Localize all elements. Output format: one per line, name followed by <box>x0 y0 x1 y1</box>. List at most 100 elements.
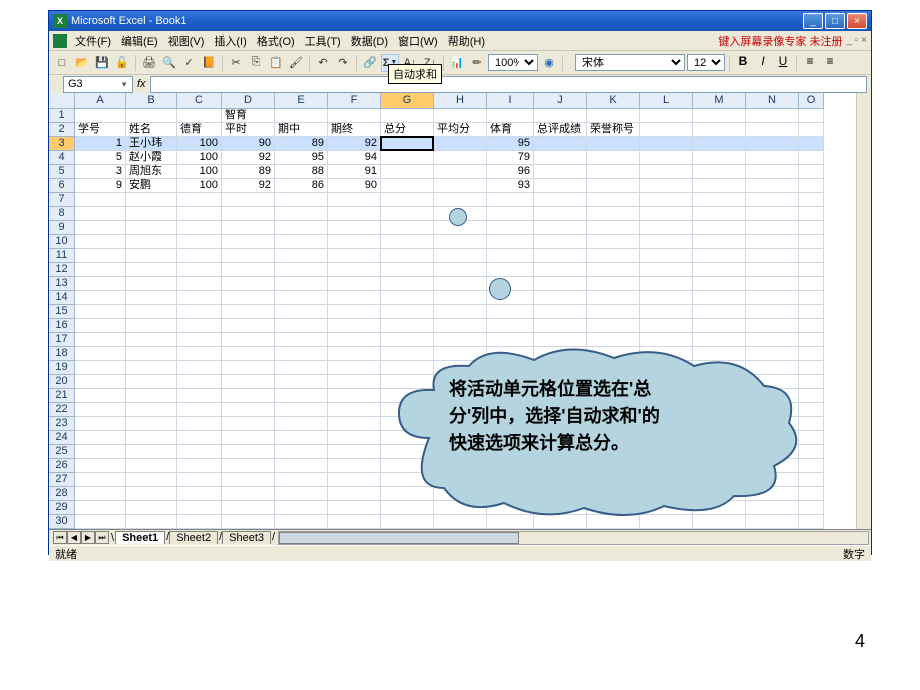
new-icon[interactable]: □ <box>53 54 71 72</box>
cell[interactable]: 荣誉称号 <box>587 123 640 137</box>
drawing-icon[interactable]: ✏ <box>468 54 486 72</box>
cell[interactable] <box>75 109 126 123</box>
cell[interactable] <box>640 151 693 165</box>
cell[interactable] <box>693 207 746 221</box>
cell[interactable] <box>434 165 487 179</box>
row-header[interactable]: 28 <box>49 487 75 501</box>
cell[interactable]: 安鹏 <box>126 179 177 193</box>
cell[interactable] <box>434 249 487 263</box>
cell[interactable] <box>381 151 434 165</box>
cell[interactable] <box>275 277 328 291</box>
cell[interactable] <box>640 193 693 207</box>
cell[interactable]: 总分 <box>381 123 434 137</box>
cell[interactable] <box>275 319 328 333</box>
cell[interactable] <box>434 305 487 319</box>
cell[interactable] <box>126 459 177 473</box>
column-header[interactable]: H <box>434 93 487 109</box>
cell[interactable] <box>75 207 126 221</box>
cell[interactable] <box>746 277 799 291</box>
cell[interactable] <box>177 501 222 515</box>
cell[interactable] <box>275 361 328 375</box>
cell[interactable] <box>381 235 434 249</box>
cell[interactable] <box>693 221 746 235</box>
column-header[interactable]: K <box>587 93 640 109</box>
cell[interactable] <box>222 193 275 207</box>
cell[interactable] <box>222 333 275 347</box>
cell[interactable] <box>487 235 534 249</box>
cell[interactable] <box>126 249 177 263</box>
cell[interactable] <box>487 319 534 333</box>
menu-edit[interactable]: 编辑(E) <box>116 31 163 51</box>
cell[interactable] <box>75 403 126 417</box>
cell[interactable] <box>381 249 434 263</box>
cell[interactable] <box>381 221 434 235</box>
cell[interactable] <box>799 235 824 249</box>
cell[interactable] <box>693 319 746 333</box>
cell[interactable] <box>434 319 487 333</box>
cell[interactable] <box>75 291 126 305</box>
cell[interactable] <box>587 165 640 179</box>
cell[interactable] <box>534 277 587 291</box>
cell[interactable] <box>328 207 381 221</box>
cell[interactable] <box>534 291 587 305</box>
cell[interactable] <box>126 333 177 347</box>
bold-button[interactable]: B <box>734 54 752 72</box>
cell[interactable] <box>328 263 381 277</box>
cell[interactable] <box>126 221 177 235</box>
cell[interactable] <box>381 263 434 277</box>
cell[interactable] <box>328 319 381 333</box>
cell[interactable] <box>222 389 275 403</box>
cell[interactable] <box>381 179 434 193</box>
spell-icon[interactable]: ✓ <box>180 54 198 72</box>
cell[interactable] <box>799 193 824 207</box>
cell[interactable] <box>75 361 126 375</box>
cell[interactable]: 95 <box>487 137 534 151</box>
cell[interactable] <box>126 263 177 277</box>
cell[interactable] <box>693 249 746 263</box>
cell[interactable] <box>587 137 640 151</box>
cell[interactable] <box>534 109 587 123</box>
cell[interactable] <box>799 333 824 347</box>
cell[interactable] <box>587 319 640 333</box>
cell[interactable] <box>534 207 587 221</box>
cell[interactable] <box>275 487 328 501</box>
cell[interactable] <box>126 473 177 487</box>
cell[interactable] <box>177 375 222 389</box>
cell[interactable] <box>126 431 177 445</box>
cell[interactable] <box>75 347 126 361</box>
row-header[interactable]: 26 <box>49 459 75 473</box>
cell[interactable] <box>434 277 487 291</box>
cell[interactable]: 94 <box>328 151 381 165</box>
row-header[interactable]: 19 <box>49 361 75 375</box>
cell[interactable] <box>275 431 328 445</box>
cell[interactable] <box>640 319 693 333</box>
paste-icon[interactable]: 📋 <box>267 54 285 72</box>
cell[interactable] <box>126 305 177 319</box>
cell[interactable] <box>381 277 434 291</box>
cell[interactable] <box>75 193 126 207</box>
cell[interactable] <box>126 361 177 375</box>
menu-tools[interactable]: 工具(T) <box>300 31 346 51</box>
cell[interactable] <box>746 333 799 347</box>
cell[interactable] <box>222 417 275 431</box>
cell[interactable] <box>746 221 799 235</box>
cell[interactable] <box>587 333 640 347</box>
cell[interactable] <box>222 207 275 221</box>
align-center-icon[interactable]: ≡ <box>821 54 839 72</box>
cell[interactable] <box>746 179 799 193</box>
cell[interactable] <box>126 193 177 207</box>
cell[interactable] <box>177 417 222 431</box>
cell[interactable] <box>587 221 640 235</box>
tab-prev-icon[interactable]: ◀ <box>67 531 81 544</box>
cell[interactable] <box>640 277 693 291</box>
cell[interactable] <box>434 109 487 123</box>
save-icon[interactable]: 💾 <box>93 54 111 72</box>
cell[interactable] <box>328 109 381 123</box>
cell[interactable] <box>799 137 824 151</box>
cell[interactable] <box>587 207 640 221</box>
row-header[interactable]: 27 <box>49 473 75 487</box>
tab-first-icon[interactable]: ⏮ <box>53 531 67 544</box>
cell[interactable] <box>799 123 824 137</box>
close-button[interactable]: × <box>847 13 867 29</box>
row-header[interactable]: 2 <box>49 123 75 137</box>
